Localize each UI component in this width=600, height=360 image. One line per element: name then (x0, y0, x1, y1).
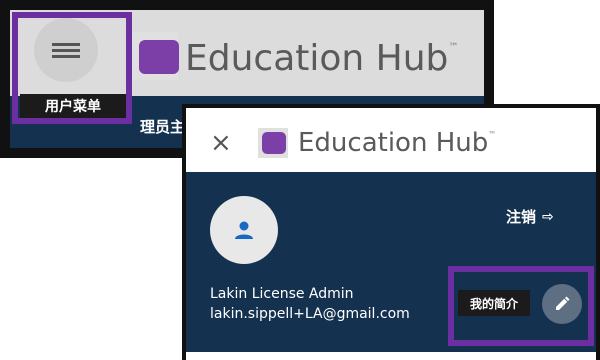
logout-button[interactable]: 注销 ⇨ (506, 206, 554, 227)
app-title: Education Hub™ (185, 38, 458, 79)
drawer-logo-icon (262, 132, 286, 154)
logout-label: 注销 (506, 208, 537, 226)
drawer-app-title-text: Education Hub (298, 128, 489, 158)
user-menu-label: 用户菜单 (20, 94, 126, 118)
user-menu-button[interactable] (34, 18, 98, 82)
trademark: ™ (488, 130, 497, 139)
app-logo-icon (139, 40, 179, 74)
drawer-app-title: Education Hub™ (298, 128, 496, 158)
close-icon[interactable]: × (210, 128, 232, 158)
logout-icon: ⇨ (542, 208, 554, 225)
avatar (210, 196, 278, 264)
partial-role-text: 理员主 (140, 118, 186, 136)
foreground-screenshot: × Education Hub™ 注销 ⇨ Lakin License Admi… (182, 104, 600, 360)
menu-icon (52, 40, 80, 61)
user-name: Lakin License Admin (210, 286, 354, 302)
drawer-header: × Education Hub™ (186, 108, 596, 172)
edit-profile-button[interactable] (542, 284, 582, 324)
pencil-icon (556, 296, 570, 310)
user-email: lakin.sippell+LA@gmail.com (210, 306, 410, 322)
user-icon (235, 221, 253, 239)
app-title-text: Education Hub (185, 38, 449, 79)
profile-label: 我的简介 (458, 290, 530, 316)
user-drawer-panel: 注销 ⇨ Lakin License Admin lakin.sippell+L… (186, 172, 596, 352)
drawer-footer-strip (186, 352, 596, 360)
trademark: ™ (448, 42, 459, 53)
